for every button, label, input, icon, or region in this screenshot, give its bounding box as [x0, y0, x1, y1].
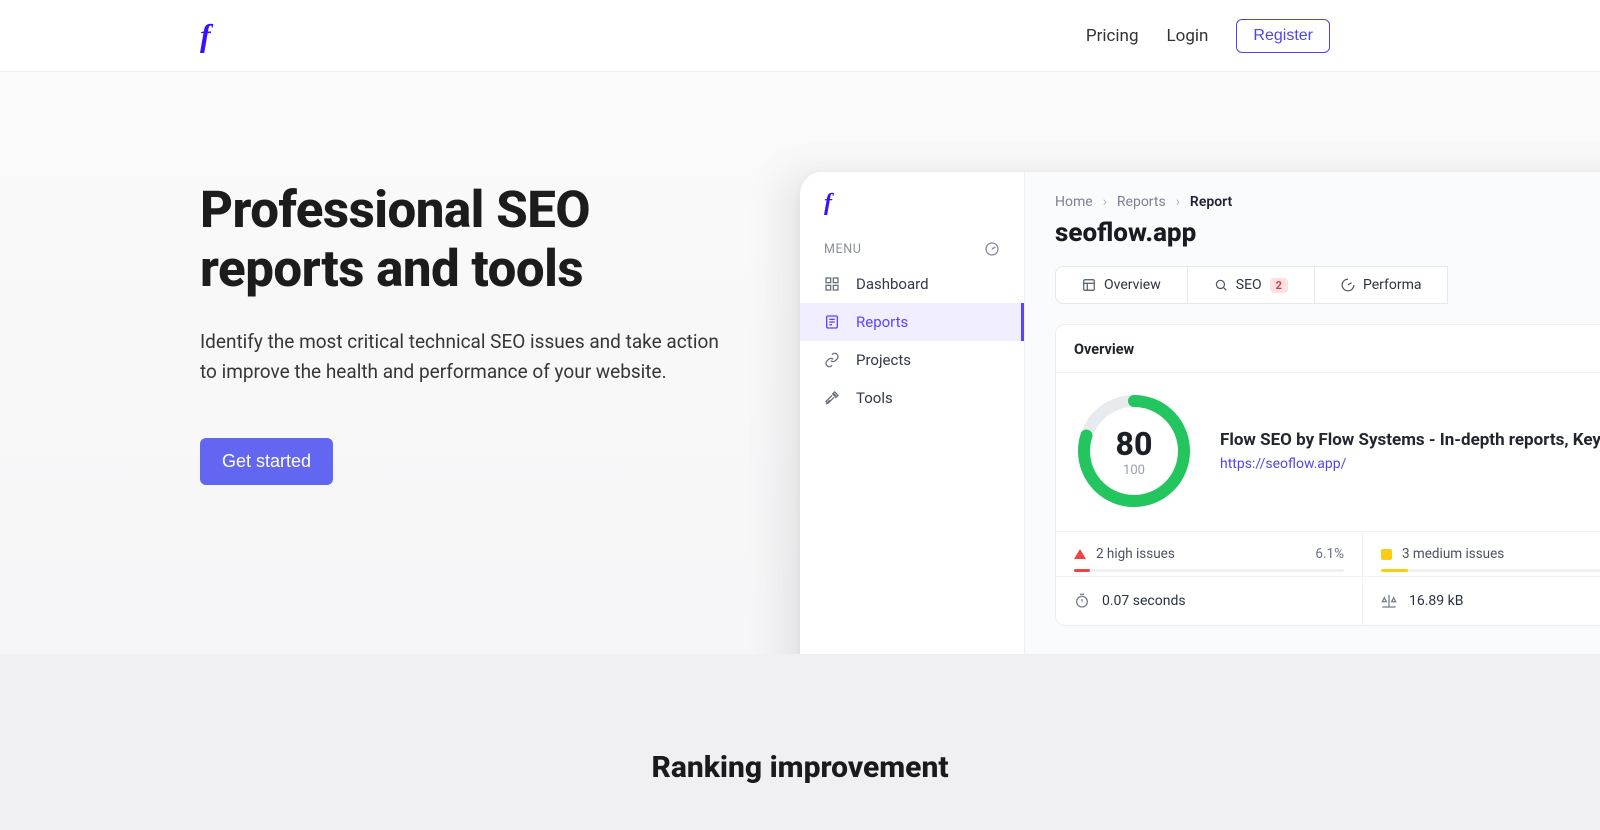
dashboard-main: Home › Reports › Report seoflow.app Over… [1025, 172, 1600, 654]
ranking-section: Ranking improvement [0, 654, 1600, 830]
scale-icon [1381, 593, 1397, 609]
tab-label: Performa [1363, 277, 1422, 293]
high-issues-text: 2 high issues [1096, 546, 1175, 562]
sidebar-item-reports[interactable]: Reports [800, 303, 1024, 341]
dashboard-logo: f [800, 190, 1024, 231]
sidebar-item-label: Reports [856, 313, 908, 331]
panel-top-row: 80 100 Flow SEO by Flow Systems - In-dep… [1056, 373, 1600, 531]
report-tabs: Overview SEO 2 Performa [1055, 266, 1600, 304]
logo-icon: f [824, 190, 832, 216]
breadcrumb-current: Report [1190, 194, 1232, 210]
breadcrumb: Home › Reports › Report [1055, 194, 1600, 210]
sidebar-item-label: Tools [856, 389, 893, 407]
chevron-right-icon: › [1176, 194, 1180, 210]
chevron-right-icon: › [1103, 194, 1107, 210]
sidebar-item-projects[interactable]: Projects [800, 341, 1024, 379]
hero-subtitle: Identify the most critical technical SEO… [200, 327, 720, 386]
hero-section: Professional SEO reports and tools Ident… [0, 72, 1600, 654]
issues-row: 2 high issues 6.1% 3 medium issues [1056, 531, 1600, 576]
page-size-value: 16.89 kB [1409, 593, 1463, 609]
result-title: Flow SEO by Flow Systems - In-depth repo… [1220, 430, 1600, 450]
tools-icon [824, 390, 842, 406]
site-title: seoflow.app [1055, 218, 1600, 248]
page-size-cell: 16.89 kB [1363, 577, 1600, 625]
score-ring: 80 100 [1074, 391, 1194, 511]
nav-login[interactable]: Login [1167, 26, 1209, 46]
tab-seo[interactable]: SEO 2 [1188, 266, 1315, 304]
register-button[interactable]: Register [1236, 19, 1330, 53]
medium-issues-text: 3 medium issues [1402, 546, 1504, 562]
sidebar-menu-header: MENU [800, 231, 1024, 265]
panel-title: Overview [1056, 341, 1600, 373]
document-icon [824, 314, 842, 330]
triangle-up-icon [1074, 549, 1086, 559]
sidebar-item-dashboard[interactable]: Dashboard [800, 265, 1024, 303]
tab-label: SEO [1236, 277, 1262, 293]
sidebar-item-tools[interactable]: Tools [800, 379, 1024, 417]
hero-title: Professional SEO reports and tools [200, 182, 760, 299]
high-issues-pct: 6.1% [1315, 546, 1344, 562]
sidebar-item-label: Projects [856, 351, 911, 369]
section-heading: Ranking improvement [0, 750, 1600, 785]
get-started-button[interactable]: Get started [200, 438, 333, 485]
nav-links: Pricing Login Register [1086, 19, 1330, 53]
nav-pricing[interactable]: Pricing [1086, 26, 1139, 46]
square-icon [1381, 549, 1392, 560]
result-meta: Flow SEO by Flow Systems - In-depth repo… [1220, 430, 1600, 472]
speedometer-icon [1341, 278, 1355, 292]
dashboard-sidebar: f MENU Dashboard Reports [800, 172, 1025, 654]
load-time-value: 0.07 seconds [1102, 593, 1186, 609]
logo-icon: f [200, 17, 211, 54]
tab-performance[interactable]: Performa [1315, 266, 1449, 304]
tab-label: Overview [1104, 277, 1161, 293]
metrics-row: 0.07 seconds 16.89 kB [1056, 576, 1600, 625]
hero-copy: Professional SEO reports and tools Ident… [200, 182, 760, 485]
result-url[interactable]: https://seoflow.app/ [1220, 456, 1600, 472]
seo-badge: 2 [1270, 278, 1288, 293]
breadcrumb-home[interactable]: Home [1055, 194, 1093, 210]
load-time-cell: 0.07 seconds [1056, 577, 1363, 625]
link-icon [824, 352, 842, 368]
top-nav: f Pricing Login Register [0, 0, 1600, 72]
dashboard-preview: f MENU Dashboard Reports [800, 172, 1600, 654]
grid-icon [824, 276, 842, 292]
stopwatch-icon [1074, 593, 1090, 609]
sidebar-menu-label: MENU [824, 242, 861, 257]
search-icon [1214, 278, 1228, 292]
overview-panel: Overview 80 100 Flow SEO by Flow Sys [1055, 324, 1600, 626]
high-issues-cell: 2 high issues 6.1% [1056, 532, 1363, 576]
gauge-icon [984, 241, 1000, 257]
layout-icon [1082, 278, 1096, 292]
score-max: 100 [1123, 463, 1145, 478]
medium-issues-cell: 3 medium issues [1363, 532, 1600, 576]
breadcrumb-reports[interactable]: Reports [1117, 194, 1166, 210]
tab-overview[interactable]: Overview [1055, 266, 1188, 304]
score-value: 80 [1116, 425, 1153, 463]
sidebar-item-label: Dashboard [856, 275, 929, 293]
